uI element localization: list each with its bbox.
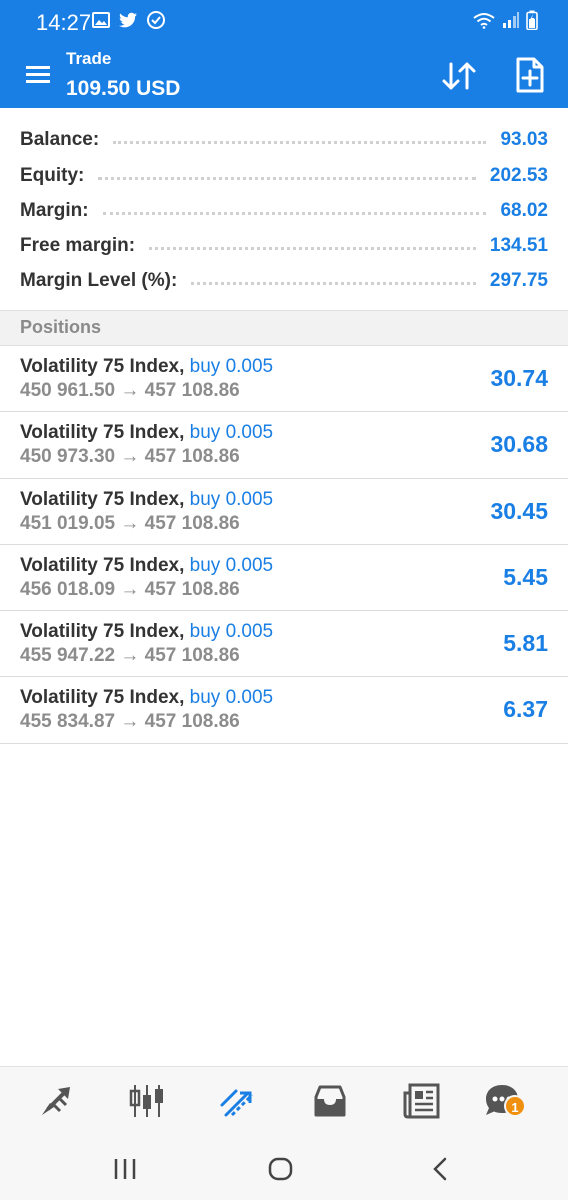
sort-arrows-icon [442, 62, 476, 90]
bottom-tab-bar: 1 [0, 1066, 568, 1134]
position-symbol: Volatility 75 Index, [20, 422, 185, 444]
back-button[interactable] [426, 1154, 456, 1184]
summary-label: Free margin: [20, 235, 136, 256]
status-notification-icons [92, 10, 166, 30]
signal-icon [503, 12, 519, 28]
position-symbol: Volatility 75 Index, [20, 554, 185, 576]
quotes-icon [42, 1087, 70, 1115]
tab-quotes[interactable] [36, 1081, 76, 1121]
position-type: buy 0.005 [189, 621, 274, 643]
summary-value: 68.02 [500, 200, 548, 221]
summary-row-equity: Equity: 202.53 [20, 158, 548, 194]
tab-messages[interactable]: 1 [482, 1081, 526, 1121]
recent-apps-button[interactable] [110, 1154, 140, 1184]
positions-header-label: Positions [20, 317, 102, 337]
position-symbol: Volatility 75 Index, [20, 488, 185, 510]
position-profit: 30.45 [490, 497, 548, 524]
position-type: buy 0.005 [189, 488, 274, 510]
summary-value: 93.03 [500, 129, 548, 150]
dotted-leader [149, 246, 476, 250]
position-row[interactable]: Volatility 75 Index, buy 0.005 451 019.0… [0, 479, 568, 545]
dotted-leader [102, 211, 487, 215]
home-icon [268, 1157, 293, 1181]
check-circle-icon [147, 11, 165, 29]
history-icon [314, 1085, 346, 1117]
status-bar: 14:27 [0, 0, 568, 42]
summary-row-margin: Margin: 68.02 [20, 193, 548, 229]
sort-button[interactable] [438, 56, 480, 96]
positions-header: Positions [0, 310, 568, 346]
new-order-button[interactable] [510, 54, 550, 96]
position-prices: 455 947.22 → 457 108.86 [20, 645, 240, 667]
position-row[interactable]: Volatility 75 Index, buy 0.005 450 973.3… [0, 412, 568, 479]
battery-icon [526, 10, 538, 30]
position-prices: 450 961.50 → 457 108.86 [20, 380, 240, 401]
system-navigation-bar [0, 1134, 568, 1200]
summary-value: 134.51 [489, 235, 548, 256]
summary-label: Margin Level (%): [20, 270, 178, 291]
position-profit: 30.68 [490, 431, 548, 458]
status-time: 14:27 [36, 10, 92, 35]
news-icon [403, 1083, 440, 1119]
messages-badge: 1 [504, 1095, 526, 1117]
position-prices: 456 018.09 → 457 108.86 [20, 578, 240, 600]
back-icon [433, 1157, 447, 1181]
position-prices: 450 973.30 → 457 108.86 [20, 446, 240, 468]
position-symbol: Volatility 75 Index, [20, 687, 185, 709]
dotted-leader [98, 176, 476, 180]
page-title: Trade [66, 49, 112, 68]
position-type: buy 0.005 [189, 554, 274, 576]
account-balance-subtitle: 109.50 USD [66, 77, 181, 100]
position-row[interactable]: Volatility 75 Index, buy 0.005 455 834.8… [0, 677, 568, 744]
tab-trade[interactable] [218, 1081, 258, 1121]
recent-apps-icon [114, 1159, 136, 1179]
position-symbol: Volatility 75 Index, [20, 621, 185, 643]
position-profit: 30.74 [490, 365, 548, 391]
position-profit: 6.37 [503, 696, 548, 723]
wifi-icon [473, 13, 495, 29]
summary-label: Equity: [20, 165, 85, 186]
tab-news[interactable] [402, 1081, 442, 1121]
new-document-icon [516, 57, 544, 93]
home-button[interactable] [266, 1154, 296, 1184]
dotted-leader [113, 140, 487, 144]
trade-icon [220, 1089, 254, 1117]
summary-value: 297.75 [489, 270, 548, 291]
position-type: buy 0.005 [189, 687, 274, 709]
gallery-icon [92, 12, 110, 28]
positions-list: Volatility 75 Index, buy 0.005 450 961.5… [0, 346, 568, 744]
title-block: Trade 109.50 USD [66, 48, 180, 104]
position-row[interactable]: Volatility 75 Index, buy 0.005 450 961.5… [0, 346, 568, 413]
twitter-icon [119, 12, 137, 28]
position-profit: 5.45 [503, 563, 548, 590]
position-type: buy 0.005 [189, 422, 274, 444]
position-prices: 455 834.87 → 457 108.86 [20, 711, 240, 733]
summary-row-balance: Balance: 93.03 [20, 122, 548, 158]
chart-icon [129, 1085, 163, 1117]
tab-history[interactable] [310, 1081, 350, 1121]
account-summary: Balance: 93.03 Equity: 202.53 Margin: 68… [0, 110, 568, 310]
status-system-icons [472, 10, 538, 30]
position-symbol: Volatility 75 Index, [20, 356, 185, 377]
summary-label: Margin: [20, 200, 89, 221]
app-bar: Trade 109.50 USD [0, 42, 568, 108]
summary-value: 202.53 [489, 165, 548, 186]
position-profit: 5.81 [503, 630, 548, 657]
summary-label: Balance: [20, 129, 100, 150]
summary-row-margin-level: Margin Level (%): 297.75 [20, 263, 548, 299]
position-row[interactable]: Volatility 75 Index, buy 0.005 455 947.2… [0, 611, 568, 678]
menu-button[interactable] [22, 60, 56, 90]
top-bar: 14:27 Trade 109.50 USD [0, 0, 568, 108]
tab-chart[interactable] [127, 1081, 167, 1121]
position-type: buy 0.005 [189, 356, 274, 377]
position-prices: 451 019.05 → 457 108.86 [20, 512, 240, 534]
summary-row-free-margin: Free margin: 134.51 [20, 228, 548, 264]
position-row[interactable]: Volatility 75 Index, buy 0.005 456 018.0… [0, 545, 568, 612]
dotted-leader [191, 281, 476, 285]
hamburger-menu-icon [26, 66, 50, 83]
